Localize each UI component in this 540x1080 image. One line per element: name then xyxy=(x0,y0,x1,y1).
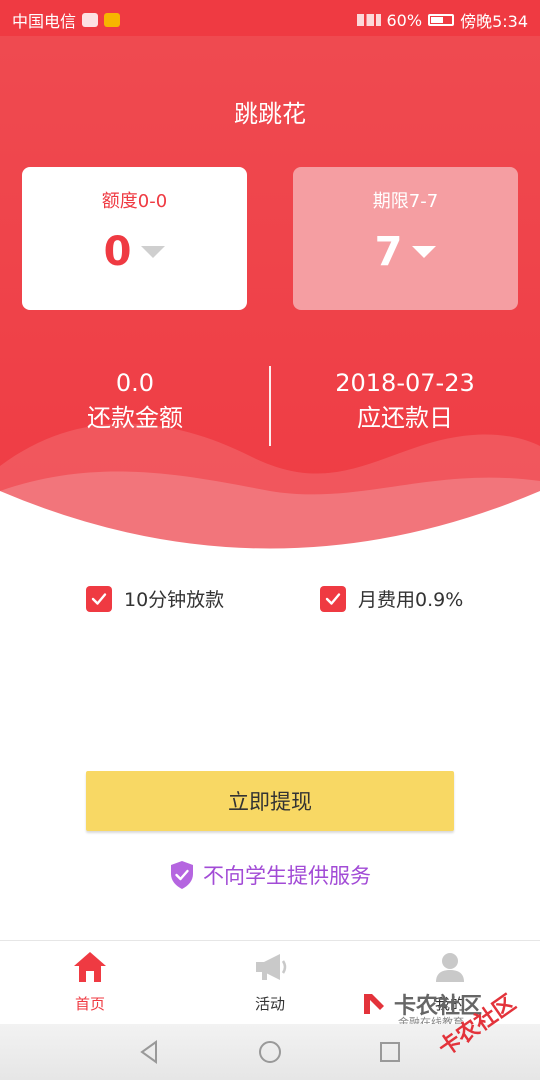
dropdown-arrow-icon xyxy=(141,246,166,258)
megaphone-icon xyxy=(256,954,287,980)
header-panel: 跳跳花 额度0-0 0 期限7-7 7 0.0 还款金额 2018-07-23 … xyxy=(0,36,540,556)
term-value: 7 xyxy=(374,229,403,275)
repayment-due-date: 2018-07-23 应还款日 xyxy=(270,366,540,436)
nav-home-label: 首页 xyxy=(74,995,105,1013)
limit-selector[interactable]: 额度0-0 0 xyxy=(22,167,247,310)
repayment-amount-label: 还款金额 xyxy=(87,404,183,432)
back-icon[interactable] xyxy=(136,1038,164,1066)
fast-disbursement-label: 10分钟放款 xyxy=(124,589,225,611)
monthly-fee-option[interactable]: 月费用0.9% xyxy=(320,585,463,612)
dropdown-arrow-icon xyxy=(412,246,437,258)
checkbox-checked-icon[interactable] xyxy=(86,585,112,612)
student-notice: 不向学生提供服务 xyxy=(0,860,540,890)
term-label: 期限7-7 xyxy=(372,191,439,212)
signal-icon xyxy=(356,14,381,26)
watermark-logo-icon xyxy=(364,994,384,1014)
term-value-row: 7 xyxy=(293,229,518,275)
checkbox-checked-icon[interactable] xyxy=(320,585,346,612)
loan-options: 10分钟放款 月费用0.9% xyxy=(0,585,540,617)
nav-activity-label: 活动 xyxy=(254,995,285,1013)
due-date-label: 应还款日 xyxy=(357,404,453,432)
repayment-amount-value: 0.0 xyxy=(115,369,155,397)
home-circle-icon[interactable] xyxy=(256,1038,284,1066)
shield-check-icon xyxy=(171,861,193,889)
limit-label: 额度0-0 xyxy=(101,191,168,212)
page-title: 跳跳花 xyxy=(234,100,306,128)
recents-icon[interactable] xyxy=(376,1038,404,1066)
user-icon xyxy=(436,953,464,982)
carrier-name: 中国电信 xyxy=(12,12,77,31)
mail-notification-icon xyxy=(104,13,121,27)
due-date-value: 2018-07-23 xyxy=(335,369,475,397)
term-selector[interactable]: 期限7-7 7 xyxy=(293,167,518,310)
clock: 傍晚5:34 xyxy=(460,12,528,31)
monthly-fee-label: 月费用0.9% xyxy=(358,589,464,611)
battery-percent: 60% xyxy=(386,10,423,30)
repayment-amount: 0.0 还款金额 xyxy=(0,366,270,436)
status-left: 中国电信 xyxy=(12,8,121,32)
app-notification-icon xyxy=(82,13,99,27)
limit-value: 0 xyxy=(103,229,132,275)
battery-icon xyxy=(428,14,455,26)
limit-value-row: 0 xyxy=(22,229,247,275)
withdraw-button[interactable]: 立即提现 xyxy=(86,771,454,831)
status-right: 60% 傍晚5:34 xyxy=(356,8,528,32)
student-notice-text: 不向学生提供服务 xyxy=(203,864,371,888)
fast-disbursement-option[interactable]: 10分钟放款 xyxy=(86,585,224,612)
home-icon xyxy=(74,952,106,982)
nav-home[interactable]: 首页 xyxy=(0,941,180,1025)
status-bar: 中国电信 60% 傍晚5:34 xyxy=(0,0,540,36)
nav-activity[interactable]: 活动 xyxy=(180,941,360,1025)
